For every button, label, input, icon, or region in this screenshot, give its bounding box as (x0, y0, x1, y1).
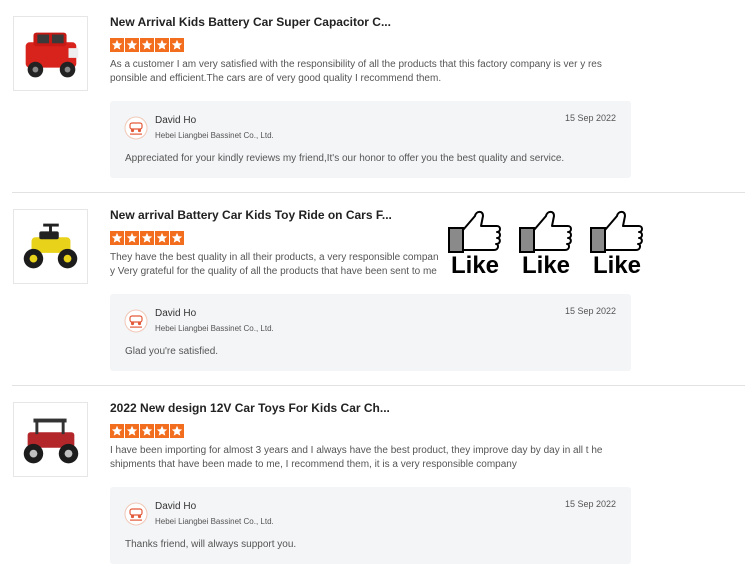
review-item: 2022 New design 12V Car Toys For Kids Ca… (0, 386, 745, 578)
star-icon (155, 231, 169, 245)
star-icon (140, 424, 154, 438)
star-icon (155, 38, 169, 52)
star-icon (125, 231, 139, 245)
reply-date: 15 Sep 2022 (564, 306, 616, 316)
review-text: I have been importing for almost 3 years… (110, 445, 603, 470)
review-title[interactable]: 2022 New design 12V Car Toys For Kids Ca… (110, 401, 390, 415)
star-rating (110, 231, 184, 245)
star-rating (110, 424, 184, 438)
product-thumbnail[interactable] (13, 209, 88, 284)
review-item: New Arrival Kids Battery Car Super Capac… (0, 0, 745, 192)
red-utv-image (23, 418, 79, 464)
review-text: They have the best quality in all their … (110, 252, 439, 277)
star-icon (110, 231, 124, 245)
supplier-logo-icon (124, 502, 148, 526)
reply-company[interactable]: Hebei Liangbei Bassinet Co., Ltd. (155, 131, 274, 140)
reply-author: David Ho (155, 501, 197, 512)
review-text: As a customer I am very satisfied with t… (110, 59, 602, 84)
product-thumbnail[interactable] (13, 16, 88, 91)
star-icon (155, 424, 169, 438)
like-button[interactable]: Like (445, 208, 505, 280)
reply-company[interactable]: Hebei Liangbei Bassinet Co., Ltd. (155, 517, 274, 526)
reply-date: 15 Sep 2022 (564, 499, 616, 509)
reply-text: Appreciated for your kindly reviews my f… (125, 153, 565, 164)
like-button[interactable]: Like (587, 208, 647, 280)
supplier-reply: David Ho Hebei Liangbei Bassinet Co., Lt… (110, 294, 631, 371)
star-icon (125, 38, 139, 52)
supplier-reply: David Ho Hebei Liangbei Bassinet Co., Lt… (110, 487, 631, 564)
reply-author: David Ho (155, 115, 197, 126)
star-icon (125, 424, 139, 438)
star-icon (110, 424, 124, 438)
star-icon (110, 38, 124, 52)
like-label: Like (450, 252, 500, 279)
review-title[interactable]: New Arrival Kids Battery Car Super Capac… (110, 15, 391, 29)
reply-company[interactable]: Hebei Liangbei Bassinet Co., Ltd. (155, 324, 274, 333)
red-ride-on-car-image (25, 32, 79, 78)
supplier-logo-icon (124, 309, 148, 333)
review-title[interactable]: New arrival Battery Car Kids Toy Ride on… (110, 208, 392, 222)
star-icon (170, 231, 184, 245)
thumbs-up-icon (590, 210, 643, 253)
reply-date: 15 Sep 2022 (564, 113, 616, 123)
reply-text: Glad you're satisfied. (125, 346, 219, 357)
star-icon (170, 424, 184, 438)
like-button[interactable]: Like (516, 208, 576, 280)
star-icon (140, 38, 154, 52)
star-icon (140, 231, 154, 245)
yellow-atv-image (23, 223, 78, 269)
like-label: Like (521, 252, 571, 279)
thumbs-up-icon (448, 210, 501, 253)
product-thumbnail[interactable] (13, 402, 88, 477)
reply-author: David Ho (155, 308, 197, 319)
thumbs-up-icon (519, 210, 572, 253)
star-rating (110, 38, 184, 52)
like-label: Like (592, 252, 642, 279)
supplier-reply: David Ho Hebei Liangbei Bassinet Co., Lt… (110, 101, 631, 178)
star-icon (170, 38, 184, 52)
reply-text: Thanks friend, will always support you. (125, 539, 297, 550)
supplier-logo-icon (124, 116, 148, 140)
